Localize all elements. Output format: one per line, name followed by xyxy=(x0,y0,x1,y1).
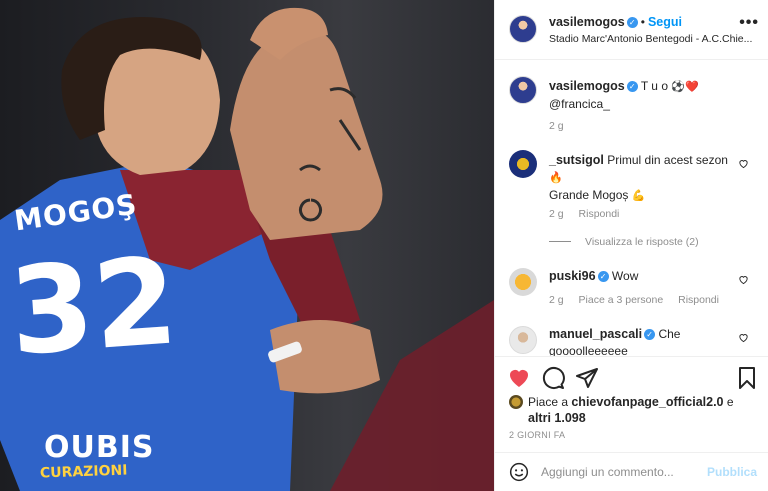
view-replies-label: Visualizza le risposte (2) xyxy=(585,236,699,248)
comment-body-line2: goooolleeeeee xyxy=(549,344,628,356)
author-line: vasilemogos ✓ • Segui xyxy=(549,15,682,29)
caption-username[interactable]: vasilemogos xyxy=(549,79,625,93)
reply-button[interactable]: Rispondi xyxy=(678,294,719,306)
follow-button[interactable]: Segui xyxy=(648,15,682,29)
caption-mention[interactable]: @francica_ xyxy=(549,97,610,111)
comment-body: Che xyxy=(658,327,681,341)
comment-meta: 2 g Rispondi xyxy=(549,208,631,220)
comment-username[interactable]: _sutsigol xyxy=(549,153,604,167)
comment-username[interactable]: puski96 xyxy=(549,269,596,283)
publish-button[interactable]: Pubblica xyxy=(707,465,757,479)
liker-username[interactable]: chievofanpage_official2.0 xyxy=(571,395,723,409)
likes-prefix: Piace a xyxy=(528,395,572,409)
comment-body: Wow xyxy=(611,269,639,283)
view-replies-button[interactable]: Visualizza le risposte (2) xyxy=(549,236,699,248)
verified-icon: ✓ xyxy=(626,17,638,28)
share-icon[interactable] xyxy=(575,366,599,390)
instagram-post-view: MOGOŞ 32 OUBIS CURAZIONI vasilemogos ✓ • Se… xyxy=(0,0,768,491)
jersey-sponsor: OUBIS xyxy=(44,430,155,465)
likes-text: Piace a chievofanpage_official2.0 e altr… xyxy=(528,394,754,426)
jersey-sponsor-sub: CURAZIONI xyxy=(39,462,128,482)
comment-like-icon[interactable] xyxy=(738,332,749,343)
more-options-icon[interactable]: ••• xyxy=(739,14,759,32)
comment-icon[interactable] xyxy=(541,366,565,390)
author-avatar[interactable] xyxy=(509,15,537,43)
likes-others[interactable]: altri 1.098 xyxy=(528,411,586,425)
verified-icon: ✓ xyxy=(597,271,609,282)
post-location[interactable]: Stadio Marc'Antonio Bentegodi - A.C.Chie… xyxy=(549,33,755,45)
jersey-number: 32 xyxy=(5,232,182,383)
verified-icon: ✓ xyxy=(644,329,656,340)
comment-input[interactable]: Aggiungi un commento... xyxy=(541,465,674,479)
separator-dot: • xyxy=(640,15,645,29)
caption-age[interactable]: 2 g xyxy=(549,120,564,132)
reply-button[interactable]: Rispondi xyxy=(579,208,620,220)
post-date[interactable]: 2 GIORNI FA xyxy=(509,430,565,440)
comment-age[interactable]: 2 g xyxy=(549,208,564,220)
caption-avatar[interactable] xyxy=(509,76,537,104)
post-header: vasilemogos ✓ • Segui Stadio Marc'Antonio B… xyxy=(495,0,768,60)
comment-like-icon[interactable] xyxy=(738,158,749,169)
comment-body-line1: Primul din acest sezon xyxy=(607,153,728,167)
comment-text: manuel_pascali ✓ Che goooolleeeeee xyxy=(549,326,735,356)
comment-meta: 2 g Piace a 3 persone Rispondi xyxy=(549,294,731,306)
heart-emoji: ❤️ xyxy=(685,81,699,93)
comment-body-line2: Grande Mogoș xyxy=(549,188,629,202)
replies-divider xyxy=(549,241,571,242)
flexed-biceps-emoji: 💪 xyxy=(631,190,646,202)
comment-likes[interactable]: Piace a 3 persone xyxy=(579,294,664,306)
author-username[interactable]: vasilemogos xyxy=(549,15,625,29)
caption-text: vasilemogos ✓ T u o ⚽❤️ @francica_ xyxy=(549,78,735,113)
comment-age[interactable]: 2 g xyxy=(549,294,564,306)
comment-avatar[interactable] xyxy=(509,268,537,296)
post-photo[interactable]: MOGOŞ 32 OUBIS CURAZIONI xyxy=(0,0,494,491)
comment-like-icon[interactable] xyxy=(738,274,749,285)
smile-icon[interactable] xyxy=(509,462,529,482)
post-action-bar xyxy=(495,356,768,396)
comment-avatar[interactable] xyxy=(509,326,537,354)
comment-text: puski96 ✓ Wow xyxy=(549,268,735,285)
comment-text: _sutsigol Primul din acest sezon 🔥 Grand… xyxy=(549,152,735,205)
caption-meta: 2 g xyxy=(549,120,576,132)
bookmark-icon[interactable] xyxy=(735,366,759,390)
caption-body: T u o xyxy=(640,79,668,93)
comment-username[interactable]: manuel_pascali xyxy=(549,327,642,341)
liker-avatar[interactable] xyxy=(509,395,523,409)
comments-list[interactable]: vasilemogos ✓ T u o ⚽❤️ @francica_ 2 g _s… xyxy=(495,60,768,356)
verified-icon: ✓ xyxy=(626,81,638,92)
fire-emoji: 🔥 xyxy=(549,172,563,184)
comment-avatar[interactable] xyxy=(509,150,537,178)
post-side-panel: vasilemogos ✓ • Segui Stadio Marc'Antonio B… xyxy=(494,0,768,491)
heart-icon[interactable] xyxy=(507,366,531,390)
comment-composer: Aggiungi un commento... Pubblica xyxy=(495,452,768,491)
soccer-ball-emoji: ⚽ xyxy=(671,81,686,93)
likes-suffix: e xyxy=(723,395,734,409)
